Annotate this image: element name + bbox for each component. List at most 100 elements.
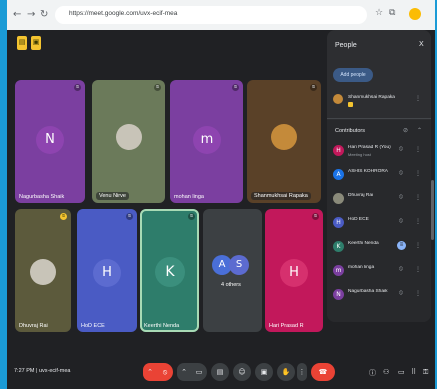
mic-off-icon: ⦸ [312,213,319,220]
participant-name: Dhuvraj Rai [348,193,374,198]
panel-title: People [335,42,357,49]
chat-icon[interactable]: ▭ [398,368,405,376]
participant-tile[interactable]: ⦸ Shanmukhsai Rapaka [247,80,321,203]
mic-off-icon[interactable]: ⦸ [157,363,173,381]
mic-off-icon[interactable]: ⦸ [399,218,403,225]
bookmark-icon[interactable]: ☆ [375,8,383,18]
avatar [30,259,56,285]
avatar: N [36,126,64,154]
avatar[interactable] [409,8,421,20]
participant-tile[interactable]: N ⦸ Nagurbasha Shaik [15,80,85,203]
more-vert-icon[interactable]: ⋮ [415,194,421,201]
host-name: Shanmukhsai Rapaka [348,95,395,100]
tag-icon[interactable]: ⊘ [403,127,408,134]
participant-name: Keerthi Nenda [348,241,379,246]
emoji-icon[interactable]: ☺ [233,363,251,381]
more-vert-icon[interactable]: ⋮ [415,290,421,297]
list-item[interactable]: N Nagurbasha Shaik ⦸ ⋮ [327,284,431,306]
avatar: H [280,259,308,287]
speaking-icon: ⦸ [188,213,195,220]
back-arrow-icon[interactable]: ← [13,9,21,20]
note-icon[interactable]: ▤ [17,36,27,50]
avatar: A [333,169,344,180]
more-vert-icon[interactable]: ⋮ [415,242,421,249]
participant-tile[interactable]: m ⦸ mohan linga [170,80,243,203]
mic-options-button[interactable]: ⌃ [143,363,157,381]
list-item[interactable]: H HoD ECE ⦸ ⋮ [327,212,431,234]
section-title: Contributors [335,128,365,134]
address-bar[interactable]: https://meet.google.com/uvx-ecif-mea [55,6,367,24]
chevron-up-icon[interactable]: ⌃ [417,127,422,134]
tile-name: 4 others [221,282,241,288]
browser-toolbar: ← → ↻ https://meet.google.com/uvx-ecif-m… [7,0,435,30]
avatar: m [193,126,221,154]
activities-icon[interactable]: ⠿ [411,368,416,376]
participant-tile-speaking[interactable]: K ⦸ Keerthi Nenda [140,209,199,332]
mic-off-icon[interactable]: ⦸ [399,146,403,153]
mic-off-icon: ⦸ [232,84,239,91]
avatar [333,193,344,204]
list-item[interactable]: Dhuvraj Rai ⦸ ⋮ [327,188,431,210]
mic-off-icon: ⦸ [310,84,317,91]
camera-options-button[interactable]: ⌃ [177,363,191,381]
reload-icon[interactable]: ↻ [40,9,48,20]
scrollbar[interactable] [431,180,434,240]
list-item[interactable]: H Hari Prasad R (You) Meeting host ⦸ ⋮ [327,140,431,162]
participant-name: Nagurbasha Shaik [348,289,388,294]
end-call-icon[interactable]: ☎ [311,363,335,381]
participant-tile[interactable]: ⦸ Venu Nirve [92,80,165,203]
participant-role: Meeting host [348,152,371,157]
participant-tile[interactable]: H ⦸ HoD ECE [77,209,137,332]
mic-off-icon: ⦸ [126,213,133,220]
speaking-icon[interactable]: ≡ [397,241,406,250]
avatar: K [333,241,344,252]
avatar [116,124,142,150]
raise-hand-icon[interactable]: ✋ [277,363,295,381]
more-vert-icon[interactable]: ⋮ [415,218,421,225]
lock-icon[interactable]: ⚿ [423,368,428,377]
info-icon[interactable]: ⓘ [369,368,376,378]
host-badge-icon [348,102,353,107]
avatar: H [93,259,121,287]
participant-name: ASHIS KOHRORA [348,169,388,174]
more-vert-icon[interactable]: ⋮ [297,363,307,381]
avatar: m [333,265,344,276]
tile-name: Keerthi Nenda [144,323,180,329]
list-item[interactable]: K Keerthi Nenda ≡ ⋮ [327,236,431,258]
add-people-button[interactable]: Add people [333,68,373,82]
mic-off-icon[interactable]: ⦸ [399,194,403,201]
avatar [333,94,343,104]
camera-icon[interactable]: ▭ [191,363,207,381]
list-item[interactable]: A ASHIS KOHRORA ⦸ ⋮ [327,164,431,186]
list-item[interactable]: m mohan linga ⦸ ⋮ [327,260,431,282]
avatar: S [229,255,249,275]
mic-off-icon[interactable]: ⦸ [399,266,403,273]
more-vert-icon[interactable]: ⋮ [415,146,421,153]
controls-bar: 7:27 PM | uvx-ecif-mea ⌃ ⦸ ⌃ ▭ ▤ ☺ ▣ ✋ ⋮… [7,355,435,389]
avatar: K [155,257,185,287]
more-vert-icon[interactable]: ⋮ [415,266,421,273]
forward-arrow-icon[interactable]: → [27,9,35,20]
captions-icon[interactable]: ▤ [211,363,229,381]
more-vert-icon[interactable]: ⋮ [415,170,421,177]
participant-tile[interactable]: H ⦸ Hari Prasad R [265,209,323,332]
mic-off-icon: ⦸ [154,84,161,91]
extensions-icon[interactable]: ⧉ [389,8,395,18]
tile-name: Hari Prasad R [269,323,304,329]
more-vert-icon[interactable]: ⋮ [415,95,421,102]
close-icon[interactable]: X [419,41,424,48]
meeting-time-code: 7:27 PM | uvx-ecif-mea [14,368,71,374]
tile-name: Shanmukhsai Rapaka [251,192,311,200]
participant-tile[interactable]: ⦸ Dhuvraj Rai [15,209,71,332]
present-icon[interactable]: ▣ [255,363,273,381]
tile-name: Venu Nirve [96,192,129,200]
avatar: N [333,289,344,300]
people-panel: People X Add people Shanmukhsai Rapaka ⋮… [327,30,431,322]
lock-icon[interactable]: ▣ [31,36,41,50]
address-url: https://meet.google.com/uvx-ecif-mea [69,10,178,17]
mic-off-icon[interactable]: ⦸ [399,170,403,177]
mic-off-icon[interactable]: ⦸ [399,290,403,297]
others-tile[interactable]: A S 4 others [203,209,262,332]
tile-name: mohan linga [174,194,204,200]
people-icon[interactable]: ⚇ [383,368,389,376]
